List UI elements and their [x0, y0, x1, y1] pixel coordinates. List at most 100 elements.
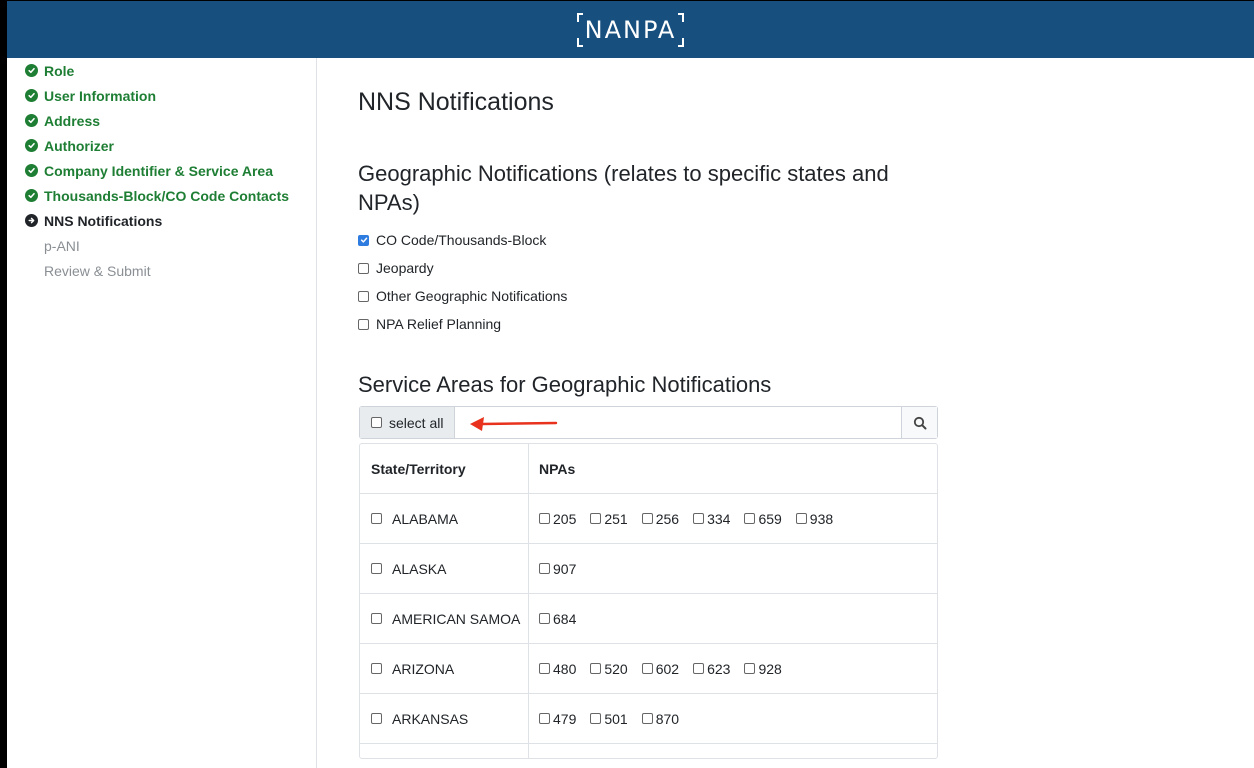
- checkbox-icon: [590, 713, 602, 724]
- npa-checkbox-602[interactable]: 602: [641, 660, 680, 677]
- check-icon: [360, 237, 367, 243]
- state-checkbox-alabama[interactable]: ALABAMA: [360, 494, 529, 543]
- check-circle-icon: [25, 139, 38, 152]
- state-checkbox-american-samoa[interactable]: AMERICAN SAMOA: [360, 594, 529, 643]
- npa-label: 251: [604, 510, 628, 527]
- check-circle-icon: [25, 114, 38, 127]
- state-checkbox-arizona[interactable]: ARIZONA: [360, 644, 529, 693]
- checkbox-icon: [539, 663, 550, 674]
- sidebar-item-company-identifier-service-area[interactable]: Company Identifier & Service Area: [7, 158, 316, 183]
- npa-checkbox-520[interactable]: 520: [590, 660, 628, 677]
- npa-checkbox-251[interactable]: 251: [590, 510, 628, 527]
- sidebar-item-nns-notifications[interactable]: NNS Notifications: [7, 208, 316, 233]
- state-checkbox-arkansas[interactable]: ARKANSAS: [360, 694, 529, 743]
- checkbox-icon: [358, 290, 369, 302]
- npa-label: 623: [707, 660, 731, 677]
- sidebar-item-label: p-ANI: [44, 237, 80, 254]
- top-header: NANPA: [7, 1, 1254, 58]
- sidebar-item-role[interactable]: Role: [7, 58, 316, 83]
- npa-checkbox-684[interactable]: 684: [539, 611, 576, 627]
- npa-checkbox-928[interactable]: 928: [744, 660, 782, 677]
- npa-checkbox-870[interactable]: 870: [641, 710, 680, 727]
- column-header-npas: NPAs: [539, 460, 576, 477]
- table-row: ALASKA 907: [360, 544, 937, 594]
- checkbox-icon: [358, 318, 369, 330]
- npa-checkbox-334[interactable]: 334: [693, 511, 730, 527]
- npa-checkbox-479[interactable]: 479: [539, 711, 576, 727]
- sidebar-item-thousands-block-co-code-contacts[interactable]: Thousands-Block/CO Code Contacts: [7, 183, 316, 208]
- logo-bracket: [678, 37, 685, 47]
- service-areas-heading: Service Areas for Geographic Notificatio…: [358, 372, 772, 397]
- checkbox-icon: [539, 513, 550, 524]
- npa-cell: 205 251 256 334 659 938: [529, 494, 937, 543]
- npa-checkbox-205[interactable]: 205: [539, 511, 576, 527]
- service-area-search-bar: select all: [359, 406, 938, 439]
- checkbox-icon: [744, 663, 756, 674]
- state-label: ALABAMA: [392, 510, 459, 527]
- sidebar-item-user-information[interactable]: User Information: [7, 83, 316, 108]
- geo-option-npa-relief-planning[interactable]: NPA Relief Planning: [358, 310, 567, 338]
- sidebar-item-address[interactable]: Address: [7, 108, 316, 133]
- npa-label: 928: [758, 660, 782, 677]
- npa-label: 520: [604, 660, 628, 677]
- checkbox-icon: [371, 417, 382, 428]
- search-icon: [913, 416, 926, 429]
- npa-checkbox-907[interactable]: 907: [539, 561, 576, 577]
- column-header-state: State/Territory: [360, 444, 529, 493]
- npa-label: 479: [553, 710, 577, 727]
- npa-label: 907: [553, 560, 577, 577]
- red-arrow-annotation: [470, 417, 558, 431]
- npa-cell: 907: [529, 544, 937, 593]
- npa-label: 938: [809, 510, 834, 527]
- geo-notifications-heading: Geographic Notifications (relates to spe…: [358, 161, 889, 215]
- state-checkbox-alaska[interactable]: ALASKA: [360, 544, 529, 593]
- table-row: ARKANSAS 479 501 870: [360, 694, 937, 744]
- sidebar-item-p-ani: p-ANI: [7, 233, 316, 258]
- npa-checkbox-938[interactable]: 938: [795, 510, 834, 527]
- npa-label: 659: [758, 510, 782, 527]
- logo-bracket: [576, 37, 583, 47]
- geo-option-label: CO Code/Thousands-Block: [376, 232, 547, 248]
- npa-checkbox-480[interactable]: 480: [539, 661, 576, 677]
- checkbox-icon: [693, 663, 705, 674]
- geo-option-other-geographic-notifications[interactable]: Other Geographic Notifications: [358, 282, 567, 310]
- logo-bracket: [576, 12, 583, 22]
- geo-option-jeopardy[interactable]: Jeopardy: [358, 254, 567, 282]
- sidebar-item-label: Role: [44, 62, 75, 79]
- npa-label: 205: [553, 510, 577, 527]
- select-all-checkbox[interactable]: select all: [360, 407, 455, 438]
- check-circle-icon: [25, 164, 38, 177]
- npa-checkbox-501[interactable]: 501: [590, 711, 628, 727]
- checkbox-icon: [371, 613, 382, 624]
- search-button[interactable]: [901, 407, 937, 438]
- sidebar-item-label: Authorizer: [44, 137, 114, 154]
- sidebar-item-review-submit: Review & Submit: [7, 258, 316, 283]
- state-cell: [360, 744, 529, 758]
- npa-label: 870: [655, 710, 680, 727]
- checkbox-icon: [371, 513, 382, 524]
- table-row-partial: [360, 744, 937, 758]
- npa-checkbox-659[interactable]: 659: [744, 510, 782, 527]
- checkbox-icon: [641, 713, 653, 724]
- npa-label: 334: [707, 510, 731, 527]
- geo-option-co-code-thousands-block[interactable]: CO Code/Thousands-Block: [358, 226, 567, 254]
- table-header-row: State/Territory NPAs: [360, 444, 937, 494]
- checkbox-icon: [539, 563, 550, 574]
- state-label: ARIZONA: [392, 660, 455, 677]
- checkbox-icon: [590, 663, 602, 674]
- page-title: NNS Notifications: [358, 88, 554, 116]
- npa-label: 256: [655, 510, 680, 527]
- npa-checkbox-623[interactable]: 623: [693, 661, 730, 677]
- nanpa-logo[interactable]: NANPA: [576, 12, 685, 47]
- sidebar-item-label: NNS Notifications: [44, 212, 163, 229]
- geo-option-label: NPA Relief Planning: [376, 316, 502, 332]
- npa-label: 602: [655, 660, 680, 677]
- npa-checkbox-256[interactable]: 256: [641, 510, 680, 527]
- checkbox-icon: [693, 513, 705, 524]
- checkbox-icon: [539, 613, 550, 624]
- geo-option-label: Jeopardy: [376, 260, 434, 276]
- sidebar-item-authorizer[interactable]: Authorizer: [7, 133, 316, 158]
- checkbox-icon: [641, 663, 653, 674]
- select-all-label: select all: [389, 414, 444, 431]
- npa-cell: 479 501 870: [529, 694, 937, 743]
